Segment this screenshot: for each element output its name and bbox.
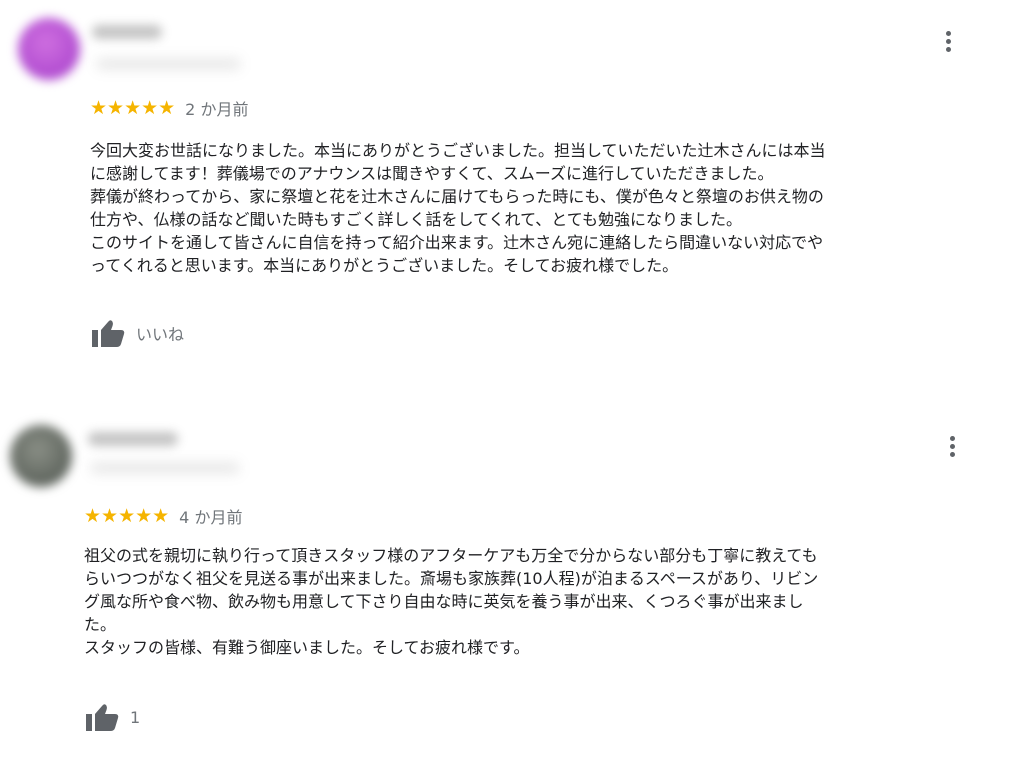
review-text: 今回大変お世話になりました。本当にありがとうございました。担当していただいた辻木… [90, 141, 826, 275]
more-dot [950, 436, 955, 441]
more-dot [946, 31, 951, 36]
like-label: いいね [136, 325, 185, 344]
more-vert-icon[interactable] [937, 25, 961, 57]
more-dot [950, 444, 955, 449]
star-rating: ★★★★★ [84, 505, 170, 527]
more-vert-icon[interactable] [941, 430, 965, 462]
star-rating: ★★★★★ [90, 97, 176, 119]
review-text: 祖父の式を親切に執り行って頂きスタッフ様のアフターケアも万全で分からない部分も丁… [84, 546, 819, 657]
thumbs-up-icon [90, 317, 126, 349]
reviewer-name-blurred[interactable] [88, 432, 178, 446]
more-dot [950, 452, 955, 457]
more-dot [946, 47, 951, 52]
like-count: 1 [130, 707, 141, 727]
avatar[interactable] [18, 18, 80, 80]
rating-row: ★★★★★ 2 か月前 [90, 97, 248, 119]
reviewer-meta-blurred [96, 58, 241, 70]
avatar[interactable] [10, 425, 72, 487]
reviewer-name-blurred[interactable] [92, 25, 162, 39]
review-date: 2 か月前 [185, 100, 249, 119]
like-button[interactable]: いいね [90, 318, 184, 348]
thumbs-up-icon [84, 701, 120, 733]
like-button[interactable]: 1 [84, 702, 140, 732]
more-dot [946, 39, 951, 44]
rating-row: ★★★★★ 4 か月前 [84, 505, 242, 527]
review-date: 4 か月前 [179, 508, 243, 527]
reviewer-meta-blurred [90, 462, 240, 474]
